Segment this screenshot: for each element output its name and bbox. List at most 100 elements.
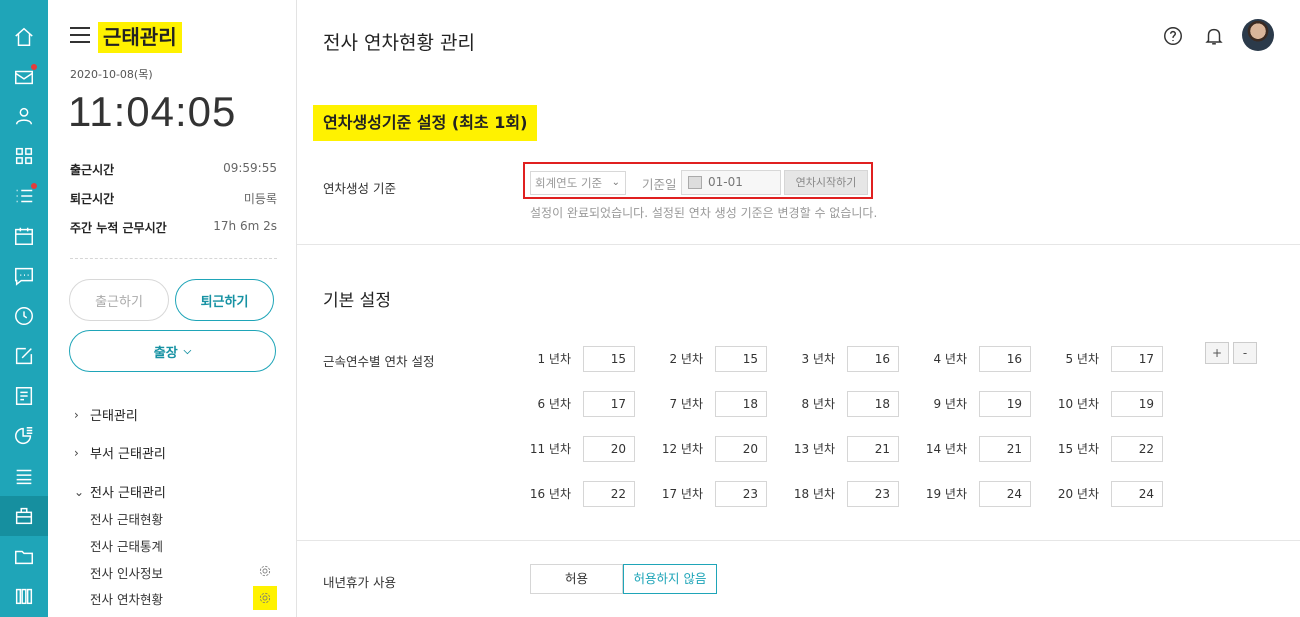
hamburger-menu-icon[interactable] — [70, 27, 90, 43]
current-time: 11:04:05 — [68, 88, 237, 135]
pie-chart-icon[interactable] — [0, 416, 48, 456]
gear-icon[interactable] — [256, 562, 274, 580]
year-days-input[interactable]: 20 — [715, 436, 767, 462]
tenure-leave-label: 근속연수별 연차 설정 — [323, 354, 435, 369]
stat-row-checkin: 출근시간 09:59:55 — [70, 161, 277, 181]
year-days-input[interactable]: 22 — [583, 481, 635, 507]
year-label: 12 년차 — [661, 442, 703, 456]
base-day-input[interactable]: 01-01 — [681, 170, 781, 195]
nav-company-attendance[interactable]: ⌄ 전사 근태관리 — [74, 482, 166, 502]
year-days-input[interactable]: 23 — [847, 481, 899, 507]
year-days-input[interactable]: 17 — [1111, 346, 1163, 372]
chevron-down-icon: ⌄ — [611, 177, 620, 188]
base-day-label: 기준일 — [642, 177, 677, 192]
year-days-input[interactable]: 23 — [715, 481, 767, 507]
remove-year-button[interactable]: - — [1233, 342, 1257, 364]
year-label: 4 년차 — [933, 352, 967, 366]
year-days-input[interactable]: 18 — [715, 391, 767, 417]
sub-company-stats[interactable]: 전사 근태통계 — [90, 536, 163, 555]
chevron-right-icon: › — [74, 407, 79, 422]
year-label: 17 년차 — [661, 487, 703, 501]
nav-label: 부서 근태관리 — [90, 447, 166, 462]
year-label: 3 년차 — [801, 352, 835, 366]
list-icon[interactable] — [0, 176, 48, 216]
carryover-label: 내년휴가 사용 — [323, 575, 396, 590]
user-icon[interactable] — [0, 96, 48, 136]
stat-row-weekly-total: 주간 누적 근무시간 17h 6m 2s — [70, 219, 277, 239]
business-trip-button[interactable]: 출장 ⌵ — [69, 330, 276, 372]
gear-icon[interactable] — [253, 586, 277, 610]
nav-label: 근태관리 — [90, 409, 138, 424]
year-days-input[interactable]: 21 — [847, 436, 899, 462]
stat-label: 주간 누적 근무시간 — [70, 221, 167, 235]
disallow-option[interactable]: 허용하지 않음 — [623, 564, 717, 594]
business-trip-label: 출장 — [153, 345, 178, 361]
stat-value: 미등록 — [243, 192, 277, 206]
stat-label: 퇴근시간 — [70, 192, 115, 206]
check-out-button[interactable]: 퇴근하기 — [175, 279, 274, 321]
home-icon[interactable] — [0, 17, 48, 57]
nav-dept-attendance[interactable]: › 부서 근태관리 — [74, 443, 166, 463]
section-title-leave-basis: 연차생성기준 설정 (최초 1회) — [313, 105, 538, 141]
leave-basis-label: 연차생성 기준 — [323, 181, 396, 196]
divider — [297, 540, 1300, 541]
mail-icon[interactable] — [0, 57, 48, 97]
avatar[interactable] — [1242, 19, 1274, 51]
year-label: 18 년차 — [793, 487, 835, 501]
chevron-down-icon: ⌄ — [74, 484, 85, 499]
calendar-icon[interactable] — [0, 216, 48, 256]
report-icon[interactable] — [0, 376, 48, 416]
add-year-button[interactable]: + — [1205, 342, 1229, 364]
year-label: 20 년차 — [1057, 487, 1099, 501]
year-days-input[interactable]: 20 — [583, 436, 635, 462]
main-content: 전사 연차현황 관리 연차생성기준 설정 (최초 1회) 연차생성 기준 회계연… — [297, 0, 1300, 617]
calendar-icon — [688, 176, 702, 189]
page-title: 전사 연차현황 관리 — [323, 32, 475, 54]
leave-basis-value: 회계연도 기준 — [535, 176, 603, 190]
attendance-icon[interactable] — [0, 496, 48, 536]
edit-icon[interactable] — [0, 336, 48, 376]
notification-dot — [31, 183, 37, 189]
divider — [70, 258, 277, 259]
check-in-button[interactable]: 출근하기 — [69, 279, 169, 321]
sub-company-status[interactable]: 전사 근태현황 — [90, 509, 163, 528]
year-days-input[interactable]: 24 — [979, 481, 1031, 507]
year-label: 7 년차 — [669, 397, 703, 411]
help-icon[interactable] — [1159, 22, 1187, 50]
stack-icon[interactable] — [0, 456, 48, 496]
nav-attendance[interactable]: › 근태관리 — [74, 405, 138, 425]
folder-icon[interactable] — [0, 537, 48, 577]
start-leave-button[interactable]: 연차시작하기 — [784, 170, 868, 195]
year-days-input[interactable]: 18 — [847, 391, 899, 417]
settings-notice: 설정이 완료되었습니다. 설정된 연차 생성 기준은 변경할 수 없습니다. — [530, 206, 878, 220]
library-icon[interactable] — [0, 576, 48, 616]
year-days-input[interactable]: 15 — [715, 346, 767, 372]
year-days-input[interactable]: 16 — [847, 346, 899, 372]
left-panel: 근태관리 2020-10-08(목) 11:04:05 출근시간 09:59:5… — [48, 0, 297, 617]
year-label: 13 년차 — [793, 442, 835, 456]
app-window: 근태관리 2020-10-08(목) 11:04:05 출근시간 09:59:5… — [0, 0, 1300, 617]
apps-grid-icon[interactable] — [0, 136, 48, 176]
year-label: 2 년차 — [669, 352, 703, 366]
sub-company-leave[interactable]: 전사 연차현황 — [90, 589, 163, 608]
year-days-input[interactable]: 22 — [1111, 436, 1163, 462]
icon-rail — [0, 0, 48, 617]
current-date: 2020-10-08(목) — [70, 68, 153, 81]
chevron-down-icon: ⌵ — [183, 345, 192, 357]
year-days-input[interactable]: 21 — [979, 436, 1031, 462]
leave-basis-select[interactable]: 회계연도 기준 ⌄ — [530, 171, 626, 195]
year-days-input[interactable]: 19 — [1111, 391, 1163, 417]
stat-label: 출근시간 — [70, 163, 115, 177]
year-days-input[interactable]: 24 — [1111, 481, 1163, 507]
year-label: 1 년차 — [537, 352, 571, 366]
year-label: 5 년차 — [1065, 352, 1099, 366]
clock-icon[interactable] — [0, 296, 48, 336]
year-days-input[interactable]: 15 — [583, 346, 635, 372]
sub-company-hr-info[interactable]: 전사 인사정보 — [90, 563, 163, 582]
chat-icon[interactable] — [0, 256, 48, 296]
allow-option[interactable]: 허용 — [530, 564, 623, 594]
bell-icon[interactable] — [1200, 22, 1228, 50]
year-days-input[interactable]: 17 — [583, 391, 635, 417]
year-days-input[interactable]: 19 — [979, 391, 1031, 417]
year-days-input[interactable]: 16 — [979, 346, 1031, 372]
